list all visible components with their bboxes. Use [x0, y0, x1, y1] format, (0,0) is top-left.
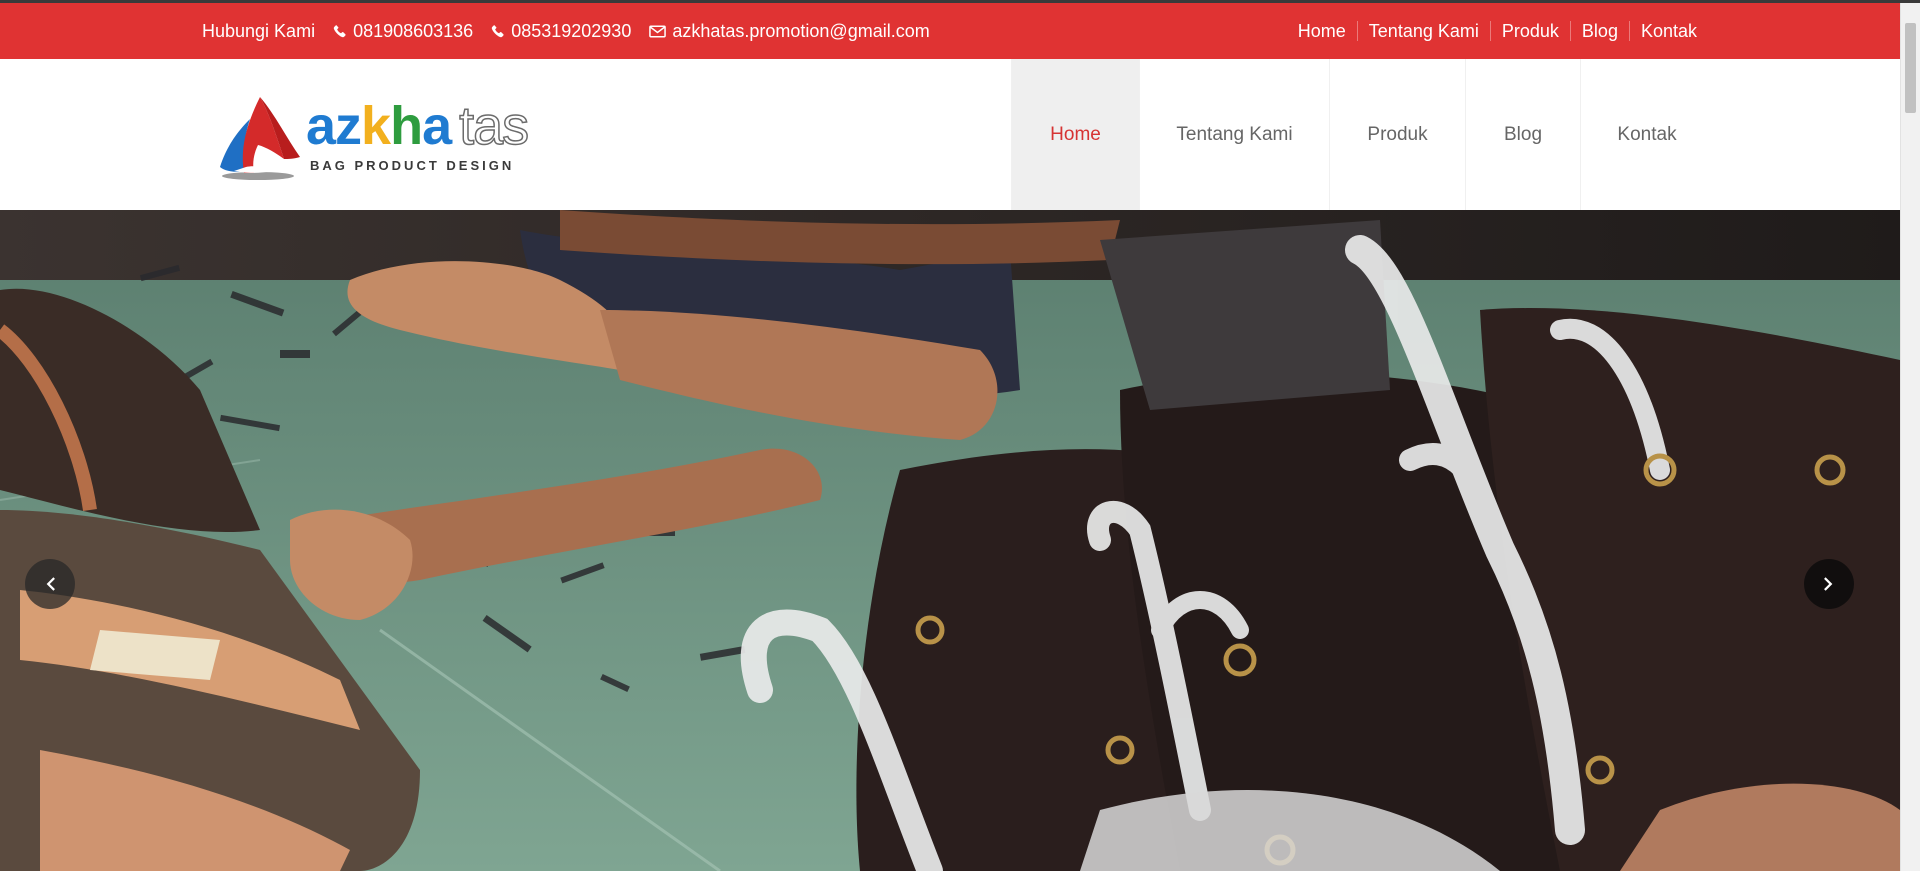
logo-tas: tas: [458, 96, 530, 156]
chevron-left-icon: [46, 577, 55, 591]
phone-2[interactable]: 085319202930: [491, 21, 631, 42]
main-nav-kontak[interactable]: Kontak: [1580, 59, 1713, 210]
main-nav-tentang-kami[interactable]: Tentang Kami: [1139, 59, 1329, 210]
logo-letter: a: [306, 96, 336, 156]
slider-next-button[interactable]: [1804, 559, 1854, 609]
phone-icon: [491, 25, 504, 38]
contact-info: Hubungi Kami 081908603136 085319202930 a…: [202, 3, 930, 59]
phone-2-text: 085319202930: [511, 20, 632, 41]
contact-label: Hubungi Kami: [202, 20, 316, 41]
logo-letter: h: [390, 96, 423, 156]
phone-icon: [333, 25, 346, 38]
logo-tagline: BAG PRODUCT DESIGN: [310, 158, 515, 173]
logo-mark-icon: [220, 97, 300, 180]
page-scrollbar[interactable]: [1900, 3, 1920, 871]
email-text: azkhatas.promotion@gmail.com: [672, 20, 930, 41]
hero-slide-image: [0, 210, 1900, 871]
top-nav-blog[interactable]: Blog: [1569, 21, 1629, 41]
phone-1-text: 081908603136: [353, 20, 474, 41]
logo-wordmark: azkha tas: [306, 96, 530, 156]
chevron-right-icon: [1824, 577, 1833, 591]
scrollbar-thumb[interactable]: [1905, 23, 1916, 113]
site-header: azkha tas BAG PRODUCT DESIGN Home Tentang…: [0, 59, 1900, 210]
main-nav-home[interactable]: Home: [1011, 59, 1139, 210]
top-nav-tentang-kami[interactable]: Tentang Kami: [1356, 21, 1490, 41]
top-nav-kontak[interactable]: Kontak: [1628, 21, 1697, 41]
logo-letter: a: [422, 96, 452, 156]
logo-letter: k: [361, 96, 391, 156]
main-nav: Home Tentang Kami Produk Blog Kontak: [1011, 59, 1713, 210]
top-contact-bar: Hubungi Kami 081908603136 085319202930 a…: [0, 3, 1900, 59]
hero-slider: [0, 210, 1900, 871]
site-logo[interactable]: azkha tas BAG PRODUCT DESIGN: [214, 87, 530, 183]
email-link[interactable]: azkhatas.promotion@gmail.com: [649, 20, 930, 42]
main-nav-produk[interactable]: Produk: [1329, 59, 1465, 210]
envelope-icon: [649, 25, 667, 37]
top-nav: Home Tentang Kami Produk Blog Kontak: [1287, 3, 1697, 59]
logo-letter: z: [335, 96, 362, 156]
main-nav-blog[interactable]: Blog: [1465, 59, 1580, 210]
slider-prev-button[interactable]: [25, 559, 75, 609]
top-nav-home[interactable]: Home: [1287, 21, 1357, 41]
top-nav-produk[interactable]: Produk: [1489, 21, 1570, 41]
phone-1[interactable]: 081908603136: [333, 21, 473, 42]
